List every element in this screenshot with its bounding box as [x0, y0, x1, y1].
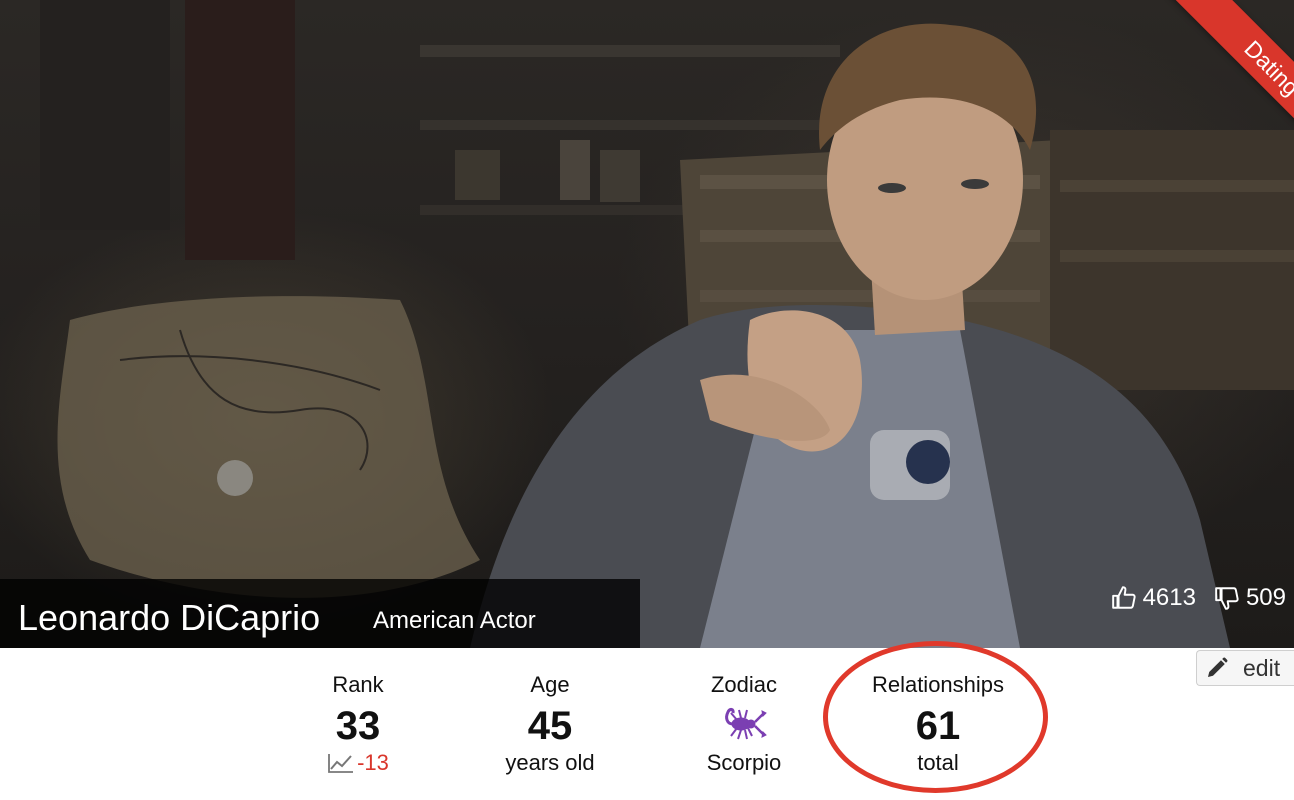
thumbs-up-icon: [1111, 586, 1136, 609]
vote-bar: 4613 509: [1111, 584, 1286, 612]
person-occupation: American Actor: [373, 607, 536, 634]
age-unit: years old: [505, 750, 595, 775]
profile-photo: Dating Leonardo DiCaprio American Actor …: [0, 0, 1294, 648]
age-label: Age: [530, 672, 570, 697]
scorpion-icon: [725, 708, 767, 740]
edit-button[interactable]: edit: [1196, 650, 1294, 686]
rank-label: Rank: [332, 672, 384, 697]
stat-rank[interactable]: Rank 33 -13: [298, 672, 418, 776]
dating-ribbon-label: Dating: [1158, 0, 1294, 182]
trend-chart-icon: [328, 754, 354, 773]
thumbs-up-button[interactable]: 4613: [1111, 584, 1196, 612]
rank-value: 33: [335, 704, 381, 748]
thumbs-down-count: 509: [1245, 584, 1286, 611]
highlight-circle-annotation: [823, 641, 1048, 793]
edit-label: edit: [1243, 654, 1281, 681]
status-ribbon: Dating: [1104, 0, 1294, 190]
rank-trend: -13: [298, 750, 418, 776]
portrait-photo: [40, 0, 1294, 648]
thumbs-down-icon: [1215, 587, 1239, 610]
thumbs-down-button[interactable]: 509: [1214, 584, 1286, 612]
stat-age: Age 45 years old: [490, 672, 610, 776]
thumbs-up-count: 4613: [1142, 584, 1196, 611]
stat-zodiac[interactable]: Zodiac Scorpio: [684, 672, 804, 776]
zodiac-label: Zodiac: [710, 672, 778, 697]
pencil-icon: [1208, 657, 1228, 677]
age-value: 45: [527, 704, 573, 748]
person-name: Leonardo DiCaprio: [18, 597, 321, 638]
rank-delta: -13: [357, 750, 389, 775]
zodiac-sign: Scorpio: [706, 750, 782, 775]
